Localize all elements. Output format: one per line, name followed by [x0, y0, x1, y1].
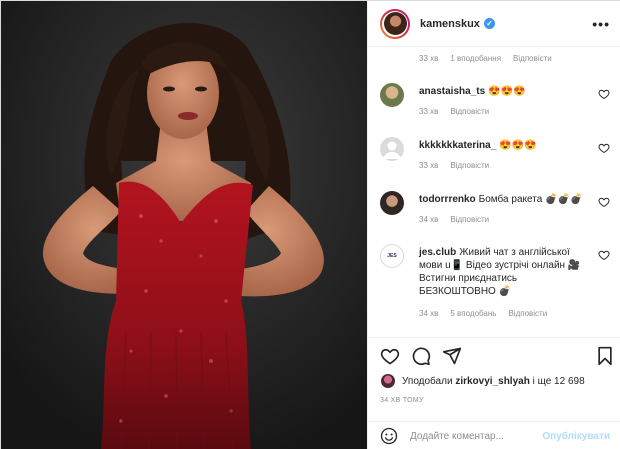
more-options-icon[interactable]: •••	[592, 16, 610, 32]
like-comment-heart-icon[interactable]	[598, 249, 610, 261]
comment-time: 33 хв	[419, 161, 439, 170]
comment-content: 😍😍😍	[499, 140, 537, 151]
comment-item: JES jes.club Живий чат з англійської мови…	[380, 244, 610, 324]
reply-button[interactable]: Відповісти	[450, 215, 489, 224]
comment-likes-count[interactable]: 1 вподобання	[450, 54, 501, 63]
like-heart-icon[interactable]	[380, 346, 400, 366]
post-timestamp[interactable]: 34 ХВ ТОМУ	[380, 397, 424, 404]
commenter-avatar[interactable]: JES	[380, 244, 404, 268]
post-actions-bar	[368, 337, 620, 371]
post-header: kamenskux ✓ •••	[368, 1, 620, 47]
comment-bubble-icon[interactable]	[411, 346, 431, 366]
like-comment-heart-icon[interactable]	[598, 196, 610, 208]
comment-time: 34 хв	[419, 309, 439, 318]
reply-button[interactable]: Відповісти	[450, 107, 489, 116]
instagram-post: kamenskux ✓ ••• 33 хв 1 вподобання Відпо…	[0, 0, 620, 449]
commenter-avatar[interactable]	[380, 191, 404, 215]
comment-time: 33 хв	[419, 107, 439, 116]
author-avatar[interactable]	[380, 8, 410, 39]
comment-text: jes.club Живий чат з англійської мови u📱 …	[419, 246, 589, 298]
likes-summary: Уподобали zirkovyi_shlyah і ще 12 698	[380, 373, 585, 389]
comment-meta: 33 хв Відповісти	[419, 161, 489, 170]
share-send-icon[interactable]	[442, 346, 462, 366]
commenter-username[interactable]: kkkkkkkaterina_	[419, 140, 496, 151]
likes-prefix: Уподобали	[402, 375, 453, 387]
comments-list[interactable]: 33 хв 1 вподобання Відповісти anastaisha…	[368, 47, 620, 337]
comment-likes-count[interactable]: 5 вподобань	[450, 309, 496, 318]
comment-content: 😍😍😍	[488, 86, 526, 97]
previous-comment-meta: 33 хв 1 вподобання Відповісти	[419, 54, 552, 63]
commenter-username[interactable]: jes.club	[419, 247, 456, 258]
comment-item: todorrrenko Бомба ракета 💣💣💣 34 хв Відпов…	[380, 191, 610, 231]
commenter-username[interactable]: anastaisha_ts	[419, 86, 485, 97]
comment-content: Бомба ракета 💣💣💣	[478, 194, 583, 205]
comment-time: 33 хв	[419, 54, 439, 63]
comment-item: anastaisha_ts 😍😍😍 33 хв Відповісти	[380, 83, 610, 123]
liker-avatar[interactable]	[380, 373, 396, 389]
reply-button[interactable]: Відповісти	[513, 54, 552, 63]
commenter-username[interactable]: todorrrenko	[419, 194, 476, 205]
post-comment-button[interactable]: Опублікувати	[542, 431, 610, 442]
comment-meta: 33 хв Відповісти	[419, 107, 489, 116]
comment-item: kkkkkkkaterina_ 😍😍😍 33 хв Відповісти	[380, 137, 610, 177]
avatar-logo-text: JES	[387, 253, 397, 259]
commenter-avatar[interactable]	[380, 137, 404, 161]
like-comment-heart-icon[interactable]	[598, 88, 610, 100]
likes-count[interactable]: і ще 12 698	[533, 376, 585, 387]
comment-text: todorrrenko Бомба ракета 💣💣💣	[419, 193, 589, 207]
liker-username[interactable]: zirkovyi_shlyah	[455, 376, 529, 387]
add-comment-bar: Додайте коментар... Опублікувати	[368, 421, 620, 449]
commenter-avatar[interactable]	[380, 83, 404, 107]
like-comment-heart-icon[interactable]	[598, 142, 610, 154]
emoji-smiley-icon[interactable]	[380, 427, 398, 445]
photo-illustration	[1, 1, 367, 449]
comment-text: anastaisha_ts 😍😍😍	[419, 85, 589, 99]
verified-badge-icon: ✓	[483, 18, 495, 29]
reply-button[interactable]: Відповісти	[508, 309, 547, 318]
comments-panel: kamenskux ✓ ••• 33 хв 1 вподобання Відпо…	[367, 1, 620, 449]
author-username[interactable]: kamenskux	[420, 18, 480, 30]
comment-meta: 34 хв Відповісти	[419, 215, 489, 224]
save-bookmark-icon[interactable]	[596, 346, 614, 366]
comment-time: 34 хв	[419, 215, 439, 224]
comment-input[interactable]: Додайте коментар...	[410, 431, 542, 442]
post-photo[interactable]	[1, 1, 367, 449]
reply-button[interactable]: Відповісти	[450, 161, 489, 170]
comment-meta: 34 хв 5 вподобань Відповісти	[419, 309, 547, 318]
comment-text: kkkkkkkaterina_ 😍😍😍	[419, 139, 589, 153]
